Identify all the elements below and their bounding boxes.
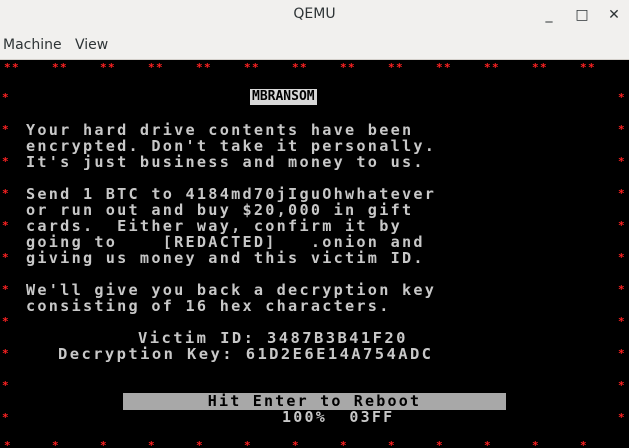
asterisk-border-mark: * — [2, 379, 9, 392]
asterisk-border-mark: * — [2, 155, 9, 168]
minimize-button[interactable]: _ — [538, 4, 560, 26]
asterisk-border-mark: * — [4, 439, 11, 448]
paragraph-line: going to [REDACTED] .onion and — [26, 233, 425, 251]
asterisk-border-mark: * — [156, 61, 163, 74]
asterisk-border-mark: * — [484, 439, 491, 448]
decryption-key-line: Decryption Key: 61D2E6E14A754ADC — [58, 345, 434, 363]
paragraph-line: cards. Either way, confirm it by — [26, 217, 402, 235]
qemu-window: QEMU _ □ ✕ Machine View * * * * * * * * * * * * * * * *… — [0, 0, 629, 448]
asterisk-border-mark: * — [52, 439, 59, 448]
paragraph-line: We'll give you back a decryption key — [26, 281, 437, 299]
asterisk-border-mark: * — [618, 283, 625, 296]
asterisk-border-mark: * — [396, 61, 403, 74]
paragraph-line: Send 1 BTC to 4184md70jIguOhwhatever — [26, 185, 437, 203]
asterisk-border-mark: * — [252, 61, 259, 74]
asterisk-border-mark: * — [436, 439, 443, 448]
maximize-button[interactable]: □ — [571, 4, 593, 26]
paragraph-line: encrypted. Don't take it personally. — [26, 137, 437, 155]
asterisk-border-mark: * — [618, 411, 625, 424]
window-title: QEMU — [293, 6, 336, 22]
asterisk-border-mark: * — [2, 187, 9, 200]
asterisk-border-mark: * — [618, 315, 625, 328]
paragraph-line: Your hard drive contents have been — [26, 121, 414, 139]
asterisk-border-mark: * — [108, 61, 115, 74]
asterisk-border-mark: * — [436, 61, 443, 74]
menu-view[interactable]: View — [75, 37, 108, 53]
asterisk-border-mark: * — [2, 123, 9, 136]
victim-id-line: Victim ID: 3487B3B41F20 — [138, 329, 408, 347]
asterisk-border-mark: * — [204, 61, 211, 74]
asterisk-border-mark: * — [348, 61, 355, 74]
paragraph-line: giving us money and this victim ID. — [26, 249, 425, 267]
asterisk-border-mark: * — [588, 61, 595, 74]
menu-machine[interactable]: Machine — [3, 37, 62, 53]
asterisk-border-mark: * — [2, 251, 9, 264]
paragraph-line: or run out and buy $20,000 in gift — [26, 201, 414, 219]
asterisk-border-mark: * — [492, 61, 499, 74]
asterisk-border-mark: * — [618, 347, 625, 360]
asterisk-border-mark: * — [444, 61, 451, 74]
asterisk-border-mark: * — [148, 61, 155, 74]
asterisk-border-mark: * — [300, 61, 307, 74]
asterisk-border-mark: * — [244, 61, 251, 74]
asterisk-border-mark: * — [2, 347, 9, 360]
asterisk-border-mark: * — [2, 283, 9, 296]
asterisk-border-mark: * — [292, 61, 299, 74]
asterisk-border-mark: * — [580, 439, 587, 448]
asterisk-border-mark: * — [618, 219, 625, 232]
asterisk-border-mark: * — [532, 61, 539, 74]
asterisk-border-mark: * — [580, 61, 587, 74]
asterisk-border-mark: * — [12, 61, 19, 74]
asterisk-border-mark: * — [4, 61, 11, 74]
asterisk-border-mark: * — [618, 379, 625, 392]
asterisk-border-mark: * — [618, 155, 625, 168]
asterisk-border-mark: * — [618, 91, 625, 104]
asterisk-border-mark: * — [388, 439, 395, 448]
asterisk-border-mark: * — [2, 219, 9, 232]
asterisk-border-mark: * — [2, 91, 9, 104]
menu-bar: Machine View — [0, 30, 629, 60]
asterisk-border-mark: * — [2, 315, 9, 328]
asterisk-border-mark: * — [532, 439, 539, 448]
asterisk-border-mark: * — [196, 61, 203, 74]
asterisk-border-mark: * — [244, 439, 251, 448]
vm-display[interactable]: * * * * * * * * * * * * * * * * * * * * * * * * * * * * * * * * * * * * * * * *… — [0, 60, 629, 448]
asterisk-border-mark: * — [340, 61, 347, 74]
asterisk-border-mark: * — [484, 61, 491, 74]
asterisk-border-mark: * — [618, 251, 625, 264]
asterisk-border-mark: * — [60, 61, 67, 74]
asterisk-border-mark: * — [100, 439, 107, 448]
paragraph-line: consisting of 16 hex characters. — [26, 297, 391, 315]
asterisk-border-mark: * — [196, 439, 203, 448]
ransom-banner: MBRANSOM — [250, 89, 317, 105]
asterisk-border-mark: * — [292, 439, 299, 448]
asterisk-border-mark: * — [2, 411, 9, 424]
paragraph-line: It's just business and money to us. — [26, 153, 425, 171]
progress-readout: 100% 03FF — [282, 408, 395, 426]
asterisk-border-mark: * — [148, 439, 155, 448]
asterisk-border-mark: * — [388, 61, 395, 74]
title-bar[interactable]: QEMU _ □ ✕ — [0, 0, 629, 30]
close-button[interactable]: ✕ — [603, 4, 625, 26]
asterisk-border-mark: * — [340, 439, 347, 448]
asterisk-border-mark: * — [618, 123, 625, 136]
asterisk-border-mark: * — [618, 187, 625, 200]
asterisk-border-mark: * — [100, 61, 107, 74]
asterisk-border-mark: * — [540, 61, 547, 74]
asterisk-border-mark: * — [52, 61, 59, 74]
